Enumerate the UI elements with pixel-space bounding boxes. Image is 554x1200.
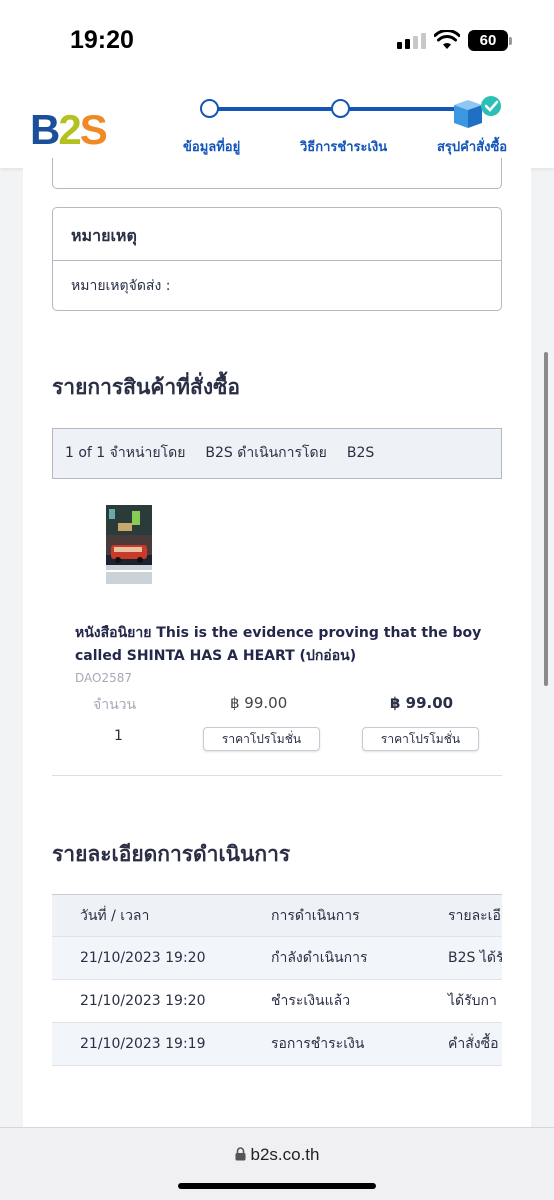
wifi-icon: [434, 30, 460, 49]
delivery-note: หมายเหตุจัดส่ง :: [71, 278, 171, 294]
clock: 19:20: [70, 26, 134, 54]
lock-icon: [235, 1147, 245, 1161]
seller-bar: 1 of 1 จำหน่ายโดย B2S ดำเนินการโดย B2S: [52, 428, 502, 479]
sold-by-value: B2S: [205, 445, 233, 461]
operations-table[interactable]: วันที่ / เวลา การดำเนินการ รายละเอี 21/1…: [52, 894, 502, 1068]
step-address-dot: [200, 99, 219, 118]
sold-by-label: จำหน่ายโดย: [109, 445, 186, 461]
b2s-logo[interactable]: B2S: [30, 106, 108, 154]
operated-by-label: ดำเนินการโดย: [237, 445, 327, 461]
home-indicator[interactable]: [178, 1183, 376, 1189]
promo-price-button[interactable]: ราคาโปรโมชั่น: [203, 727, 320, 751]
step-address-label[interactable]: ข้อมูลที่อยู่: [183, 136, 240, 157]
note-box: หมายเหตุ หมายเหตุจัดส่ง :: [52, 207, 502, 311]
item-count: 1 of 1: [65, 445, 106, 461]
step-payment-label[interactable]: วิธีการชำระเงิน: [300, 136, 387, 157]
product-sku: DAO2587: [75, 671, 133, 685]
quantity-label: จำนวน: [93, 697, 137, 713]
order-summary-card: หมายเหตุ หมายเหตุจัดส่ง : รายการสินค้าที…: [23, 158, 531, 1130]
status-bar: 19:20 60: [0, 0, 554, 80]
product-cover-image[interactable]: [106, 505, 152, 584]
table-row: 21/10/2023 19:20 ชำระเงินแล้ว ได้รับกา: [52, 980, 502, 1023]
table-row: 21/10/2023 19:19 รอการชำระเงิน คำสั่งซื้…: [52, 1023, 502, 1066]
col-operation: การดำเนินการ: [271, 908, 360, 924]
product-name[interactable]: หนังสือนิยาย This is the evidence provin…: [75, 622, 505, 668]
operated-by-value: B2S: [346, 445, 375, 461]
order-summary-cube-icon: [454, 96, 501, 128]
total-price: ฿ 99.00: [390, 694, 454, 712]
cellular-signal-icon: [397, 33, 426, 49]
checkout-header: B2S ข้อมูลที่อยู่ วิธีการชำระเงิน สรุปคำ…: [0, 80, 554, 168]
table-header: วันที่ / เวลา การดำเนินการ รายละเอี: [52, 894, 502, 937]
promo-total-button[interactable]: ราคาโปรโมชั่น: [362, 727, 479, 751]
url-display[interactable]: b2s.co.th: [0, 1145, 554, 1165]
quantity-value: 1: [114, 728, 123, 744]
previous-section-box: [52, 158, 502, 189]
unit-price: ฿ 99.00: [230, 694, 288, 712]
url-text: b2s.co.th: [250, 1145, 320, 1164]
note-title: หมายเหตุ: [53, 208, 501, 261]
col-datetime: วันที่ / เวลา: [80, 908, 150, 924]
step-summary-label[interactable]: สรุปคำสั่งซื้อ: [437, 136, 507, 157]
divider: [52, 775, 502, 776]
col-details: รายละเอี: [448, 908, 501, 924]
battery-tip: [509, 37, 512, 45]
scrollbar[interactable]: [544, 352, 548, 686]
battery-icon: 60: [468, 30, 508, 51]
table-row: 21/10/2023 19:20 กำลังดำเนินการ B2S ได้ร…: [52, 937, 502, 980]
step-payment-dot: [331, 99, 350, 118]
order-items-title: รายการสินค้าที่สั่งซื้อ: [52, 375, 240, 399]
browser-address-bar[interactable]: b2s.co.th: [0, 1127, 554, 1200]
operations-title: รายละเอียดการดำเนินการ: [52, 842, 291, 866]
